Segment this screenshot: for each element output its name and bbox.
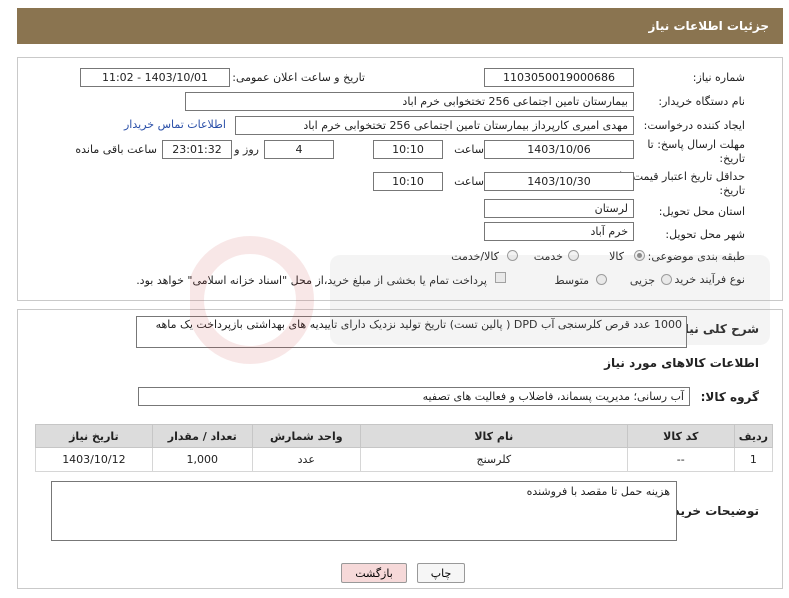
category-label: طبقه بندی موضوعی: — [647, 250, 745, 263]
col-header-need-date: تاریخ نیاز — [35, 424, 153, 448]
reply-deadline-date-field: 1403/10/06 — [484, 140, 634, 159]
purchase-type-radio-minor[interactable] — [661, 274, 672, 285]
reply-deadline-time-label: ساعت — [454, 143, 484, 156]
purchase-type-radio-medium[interactable] — [596, 274, 607, 285]
print-button[interactable]: چاپ — [417, 563, 465, 583]
table-row: 1 -- کلرسنج عدد 1,000 1403/10/12 — [35, 447, 774, 472]
category-radio-service-label: خدمت — [533, 250, 563, 263]
cell-need-date: 1403/10/12 — [35, 447, 153, 472]
buyer-contact-link[interactable]: اطلاعات تماس خریدار — [124, 118, 226, 131]
city-field: خرم آباد — [484, 222, 634, 241]
need-number-label: شماره نیاز: — [692, 71, 745, 84]
price-validity-time-field: 10:10 — [373, 172, 443, 191]
need-number-field: 1103050019000686 — [484, 68, 634, 87]
page-header: جزئیات اطلاعات نیاز — [17, 8, 783, 44]
col-header-code: کد کالا — [626, 424, 735, 448]
announce-datetime-label: تاریخ و ساعت اعلان عمومی: — [232, 71, 365, 84]
col-header-quantity: تعداد / مقدار — [151, 424, 253, 448]
category-radio-goods-label: کالا — [609, 250, 624, 263]
purchase-type-radio-minor-label: جزیی — [629, 274, 655, 287]
category-radio-goods-service-label: کالا/خدمت — [451, 250, 499, 263]
price-validity-date-field: 1403/10/30 — [484, 172, 634, 191]
province-label: استان محل تحویل: — [658, 205, 745, 218]
remaining-time-label: ساعت باقی مانده — [75, 143, 157, 156]
remaining-days-field: 4 — [264, 140, 334, 159]
announce-datetime-field: 1403/10/01 - 11:02 — [80, 68, 230, 87]
col-header-name: نام کالا — [359, 424, 628, 448]
remaining-time-field: 23:01:32 — [162, 140, 232, 159]
cell-name: کلرسنج — [359, 447, 628, 472]
requester-label: ایجاد کننده درخواست: — [643, 119, 745, 132]
purchase-type-radio-medium-label: متوسط — [554, 274, 589, 287]
buyer-org-label: نام دستگاه خریدار: — [658, 95, 745, 108]
cell-unit: عدد — [251, 447, 361, 472]
cell-row-num: 1 — [733, 447, 774, 472]
page-title: جزئیات اطلاعات نیاز — [648, 19, 769, 33]
cell-quantity: 1,000 — [151, 447, 253, 472]
cell-code: -- — [626, 447, 735, 472]
purchase-type-label: نوع فرآیند خرید : — [667, 273, 745, 286]
buyer-org-field: بیمارستان تامین اجتماعی 256 تختخوابی خرم… — [185, 92, 634, 111]
reply-deadline-time-field: 10:10 — [373, 140, 443, 159]
goods-group-field: آب رسانی؛ مدیریت پسماند، فاضلاب و فعالیت… — [138, 387, 690, 406]
reply-deadline-label: مهلت ارسال پاسخ: تا — [647, 138, 745, 151]
goods-group-label: گروه کالا: — [700, 390, 759, 404]
items-table: ردیف کد کالا نام کالا واحد شمارش تعداد /… — [35, 424, 774, 472]
province-field: لرستان — [484, 199, 634, 218]
city-label: شهر محل تحویل: — [665, 228, 745, 241]
price-validity-time-label: ساعت — [454, 175, 484, 188]
category-radio-goods[interactable] — [634, 250, 645, 261]
treasury-bonds-checkbox[interactable] — [495, 272, 506, 283]
remaining-days-label: روز و — [234, 143, 259, 156]
table-header-row: ردیف کد کالا نام کالا واحد شمارش تعداد /… — [35, 424, 774, 448]
requester-field: مهدی امیری کارپرداز بیمارستان تامین اجتم… — [235, 116, 634, 135]
reply-deadline-label-date: تاریخ: — [719, 152, 745, 165]
price-validity-label-date: تاریخ: — [719, 184, 745, 197]
category-radio-goods-service[interactable] — [507, 250, 518, 261]
category-radio-service[interactable] — [568, 250, 579, 261]
goods-section-title: اطلاعات کالاهای مورد نیاز — [604, 356, 759, 370]
col-header-row-num: ردیف — [733, 424, 774, 448]
back-button[interactable]: بازگشت — [341, 563, 407, 583]
description-field: 1000 عدد قرص کلرسنجی آب DPD ( پالین تست)… — [136, 316, 687, 348]
price-validity-label: حداقل تاریخ اعتبار قیمت: تا — [619, 170, 745, 183]
treasury-bonds-text: پرداخت تمام یا بخشی از مبلغ خرید،از محل … — [136, 274, 487, 287]
col-header-unit: واحد شمارش — [251, 424, 361, 448]
buyer-notes-field: هزینه حمل تا مقصد با فروشنده — [51, 481, 677, 541]
